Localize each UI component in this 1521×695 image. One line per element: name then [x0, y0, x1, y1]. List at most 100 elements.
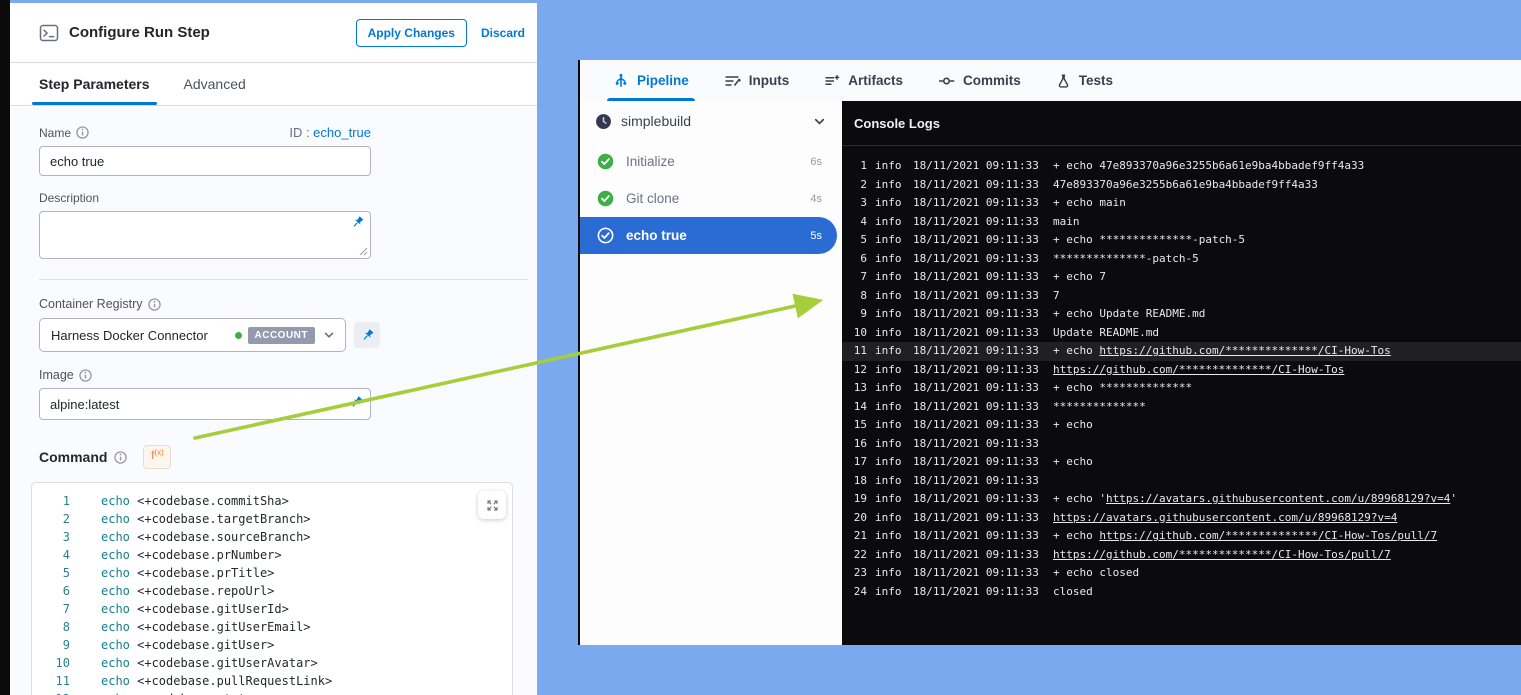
tab-tests[interactable]: Tests [1056, 60, 1113, 101]
container-registry-select[interactable]: Harness Docker Connector ACCOUNT [39, 318, 346, 352]
apply-changes-button[interactable]: Apply Changes [356, 19, 467, 47]
artifacts-icon [824, 73, 840, 89]
left-edge-strip [0, 0, 10, 695]
command-label: Command [39, 449, 107, 465]
log-level: info [875, 250, 905, 269]
step-duration: 5s [810, 230, 822, 242]
log-timestamp: 18/11/2021 09:11:33 [913, 490, 1045, 509]
tab-advanced[interactable]: Advanced [184, 63, 246, 105]
editor-line: 3echo <+codebase.sourceBranch> [32, 528, 512, 546]
log-line: 20info18/11/2021 09:11:33https://avatars… [842, 509, 1521, 528]
editor-line-number: 8 [32, 618, 70, 636]
log-message: + echo Update README.md [1053, 305, 1521, 324]
config-panel-header: Configure Run Step Apply Changes Discard [10, 3, 537, 63]
log-message [1053, 435, 1521, 454]
log-link[interactable]: https://github.com/**************/CI-How… [1053, 548, 1391, 561]
editor-line: 12echo <+codebase.state> [32, 690, 512, 695]
discard-button[interactable]: Discard [481, 26, 525, 40]
chevron-down-icon[interactable] [812, 114, 827, 129]
stage-selector[interactable]: simplebuild [580, 103, 842, 139]
log-line-number: 3 [842, 194, 867, 213]
log-line-number: 12 [842, 361, 867, 380]
active-tab-underline [32, 102, 157, 105]
resize-handle-icon[interactable] [359, 247, 368, 256]
log-line-number: 10 [842, 324, 867, 343]
stage-icon [595, 113, 612, 130]
log-level: info [875, 490, 905, 509]
log-line: 11info18/11/2021 09:11:33+ echo https://… [842, 342, 1521, 361]
log-line: 4info18/11/2021 09:11:33main [842, 213, 1521, 232]
log-line-number: 19 [842, 490, 867, 509]
chevron-down-icon[interactable] [322, 328, 336, 342]
steps-list: Initialize6sGit clone4secho true5s [580, 143, 842, 254]
editor-line-number: 6 [32, 582, 70, 600]
inputs-icon [724, 73, 741, 89]
editor-line-number: 3 [32, 528, 70, 546]
log-message: + echo [1053, 416, 1521, 435]
tab-label: Inputs [749, 73, 790, 88]
pin-icon[interactable] [350, 215, 365, 230]
log-link[interactable]: https://github.com/**************/CI-How… [1099, 529, 1437, 542]
step-duration: 4s [810, 193, 822, 205]
tab-commits[interactable]: Commits [938, 60, 1021, 101]
step-item-git-clone[interactable]: Git clone4s [580, 180, 842, 217]
pin-icon[interactable] [354, 322, 380, 348]
pipeline-icon [613, 73, 629, 89]
editor-line: 9echo <+codebase.gitUser> [32, 636, 512, 654]
step-id-prefix: ID : [289, 125, 313, 140]
log-link[interactable]: https://avatars.githubusercontent.com/u/… [1053, 511, 1397, 524]
step-label: Git clone [626, 191, 810, 206]
tab-artifacts[interactable]: Artifacts [824, 60, 903, 101]
console-log-area[interactable]: 1info18/11/2021 09:11:33+ echo 47e893370… [842, 146, 1521, 645]
connector-status-dot [235, 332, 242, 339]
editor-line-number: 12 [32, 690, 70, 695]
log-link[interactable]: https://github.com/**************/CI-How… [1099, 344, 1390, 357]
step-item-echo-true[interactable]: echo true5s [580, 217, 837, 254]
form-divider [39, 279, 528, 280]
log-line: 2info18/11/2021 09:11:3347e893370a96e325… [842, 176, 1521, 195]
log-timestamp: 18/11/2021 09:11:33 [913, 342, 1045, 361]
check-circle-icon [597, 190, 614, 207]
log-message: + echo main [1053, 194, 1521, 213]
editor-line-number: 1 [32, 492, 70, 510]
console-logs-title: Console Logs [842, 101, 1521, 146]
log-level: info [875, 194, 905, 213]
pipeline-execution-panel: Pipeline Inputs Artifacts Commits Tests simp… [578, 60, 1521, 645]
tab-pipeline[interactable]: Pipeline [613, 60, 689, 101]
image-input[interactable]: alpine:latest [39, 388, 371, 420]
tab-inputs[interactable]: Inputs [724, 60, 790, 101]
check-circle-selected-icon [597, 227, 614, 244]
name-label-text: Name [39, 126, 71, 140]
log-level: info [875, 583, 905, 602]
app-root: Configure Run Step Apply Changes Discard… [0, 0, 1521, 695]
info-icon[interactable] [76, 126, 89, 139]
image-label: Image [39, 368, 537, 382]
pin-icon[interactable] [349, 395, 364, 410]
log-line-number: 24 [842, 583, 867, 602]
info-icon[interactable] [148, 298, 161, 311]
log-level: info [875, 379, 905, 398]
name-label: Name [39, 126, 89, 140]
log-timestamp: 18/11/2021 09:11:33 [913, 213, 1045, 232]
command-code-editor[interactable]: 1echo <+codebase.commitSha>2echo <+codeb… [31, 482, 513, 695]
log-line: 7info18/11/2021 09:11:33+ echo 7 [842, 268, 1521, 287]
step-item-initialize[interactable]: Initialize6s [580, 143, 842, 180]
fx-sub-label: (x) [154, 448, 163, 457]
log-link[interactable]: https://github.com/**************/CI-How… [1053, 363, 1344, 376]
name-input[interactable] [39, 146, 371, 176]
description-textarea[interactable] [39, 211, 371, 259]
log-line-number: 22 [842, 546, 867, 565]
log-link[interactable]: https://avatars.githubusercontent.com/u/… [1106, 492, 1450, 505]
tab-step-parameters[interactable]: Step Parameters [39, 63, 150, 105]
info-icon[interactable] [79, 369, 92, 382]
log-line-number: 18 [842, 472, 867, 491]
expression-fx-button[interactable]: f(x) [143, 445, 171, 469]
editor-line-code: echo <+codebase.gitUser> [101, 636, 274, 654]
expand-editor-button[interactable] [478, 491, 506, 519]
log-line-number: 13 [842, 379, 867, 398]
log-line: 18info18/11/2021 09:11:33 [842, 472, 1521, 491]
log-line-number: 14 [842, 398, 867, 417]
log-level: info [875, 305, 905, 324]
log-line-number: 5 [842, 231, 867, 250]
info-icon[interactable] [114, 451, 127, 464]
